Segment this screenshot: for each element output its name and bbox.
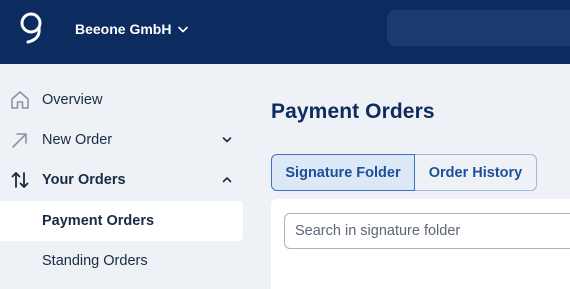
sidebar-subitem-standing-orders[interactable]: Standing Orders [0, 241, 243, 281]
chevron-down-icon[interactable] [221, 135, 233, 145]
main-content: Payment Orders Signature Folder Order Hi… [244, 64, 570, 289]
tab-signature-folder[interactable]: Signature Folder [271, 154, 415, 191]
sidebar-item-label: Overview [42, 92, 103, 108]
chevron-up-icon[interactable] [221, 175, 233, 185]
top-bar: Beeone GmbH [0, 0, 570, 64]
sidebar-subitem-label: Payment Orders [42, 213, 155, 229]
order-tabs: Signature Folder Order History [271, 154, 537, 191]
arrow-up-right-icon [12, 133, 27, 148]
sidebar-item-your-orders[interactable]: Your Orders [0, 160, 244, 200]
sidebar-item-overview[interactable]: Overview [0, 80, 244, 120]
global-search-field[interactable] [387, 10, 570, 46]
swap-arrows-icon [11, 172, 29, 188]
sidebar: Overview New Order Your Orders Payment O… [0, 64, 244, 277]
sidebar-item-label: Your Orders [42, 172, 126, 188]
search-input[interactable] [284, 213, 570, 249]
sidebar-item-label: New Order [42, 132, 113, 148]
chevron-down-icon [178, 26, 189, 32]
orders-panel [271, 199, 570, 289]
company-switcher[interactable]: Beeone GmbH [75, 19, 189, 39]
sidebar-item-new-order[interactable]: New Order [0, 120, 244, 160]
page-title: Payment Orders [271, 100, 435, 123]
tab-order-history[interactable]: Order History [415, 154, 537, 191]
home-icon [11, 91, 29, 109]
sidebar-subitem-label: Standing Orders [42, 253, 148, 269]
company-name: Beeone GmbH [75, 21, 172, 37]
beeone-logo-icon[interactable] [18, 10, 48, 50]
sidebar-subitem-payment-orders[interactable]: Payment Orders [0, 201, 243, 241]
